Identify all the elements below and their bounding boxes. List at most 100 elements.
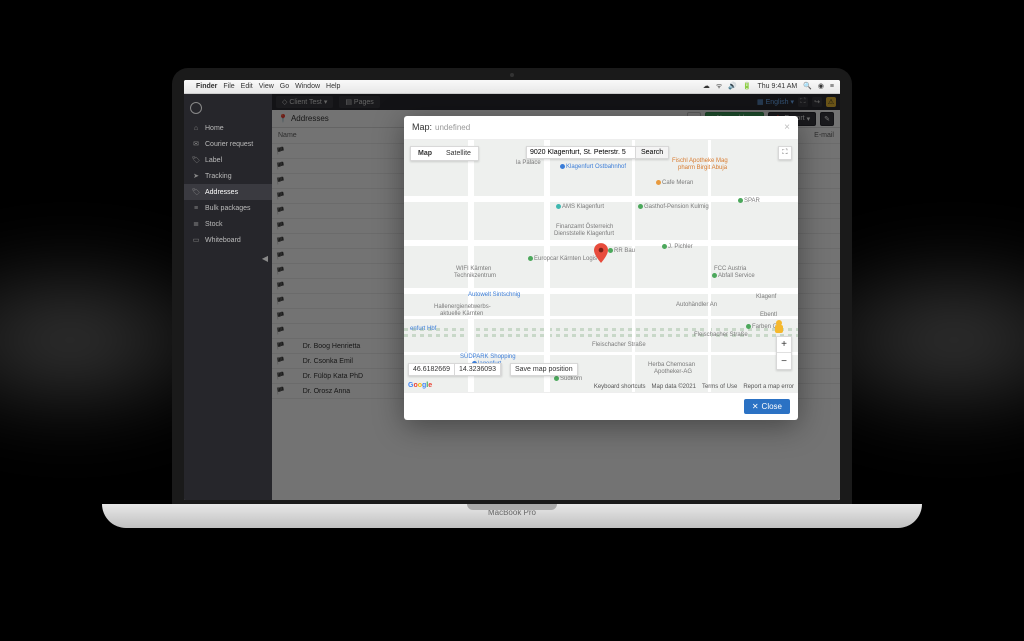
- maptype-satellite[interactable]: Satellite: [439, 147, 478, 160]
- sidebar-collapse-button[interactable]: ◀: [184, 254, 272, 263]
- addresses-icon: 🏷: [192, 188, 200, 196]
- map-canvas[interactable]: Klagenfurt OstbahnhofFischl Apotheke Mag…: [404, 140, 798, 392]
- modal-subtitle: undefined: [435, 123, 470, 132]
- sidebar-item-label: Label: [205, 157, 222, 164]
- sidebar-item-label: Home: [205, 125, 224, 132]
- tray-time[interactable]: Thu 9:41 AM: [758, 83, 798, 90]
- zoom-in-button[interactable]: +: [777, 337, 791, 353]
- map-poi-label: Finanzamt Österreich: [556, 224, 613, 230]
- map-poi-label: SÜDPARK Shopping: [460, 354, 516, 360]
- map-type-control: Map Satellite: [410, 146, 479, 161]
- macos-menubar: Finder File Edit View Go Window Help ☁ ᯤ…: [184, 80, 840, 94]
- coord-lng: 14.3236093: [455, 364, 501, 375]
- sidebar-item-bulk-packages[interactable]: ≡Bulk packages: [184, 200, 272, 216]
- tray-spotlight-icon[interactable]: 🔍: [803, 83, 812, 90]
- poi-dot-icon: [556, 204, 561, 209]
- map-poi-label: Apotheker-AG: [654, 369, 692, 375]
- sidebar-item-label: Bulk packages: [205, 205, 251, 212]
- sidebar-item-label: Addresses: [205, 189, 238, 196]
- sidebar-item-addresses[interactable]: 🏷 Addresses: [184, 184, 272, 200]
- map-poi-label: Europcar Kärnten Logis: [528, 256, 597, 262]
- map-poi-label: Abfall Service: [712, 273, 755, 279]
- modal-footer: ✕ Close: [404, 392, 798, 420]
- map-poi-label: SPAR: [738, 198, 760, 204]
- menu-file[interactable]: File: [223, 83, 234, 90]
- tray-cloud-icon[interactable]: ☁: [703, 83, 710, 90]
- poi-dot-icon: [554, 376, 559, 381]
- map-poi-label: Klagenf: [756, 294, 776, 300]
- poi-dot-icon: [638, 204, 643, 209]
- sidebar-item-home[interactable]: ⌂ Home: [184, 120, 272, 136]
- tracking-icon: ➤: [192, 172, 200, 180]
- sidebar-item-label: Tracking: [205, 173, 232, 180]
- poi-dot-icon: [560, 164, 565, 169]
- map-poi-label: RR Bau: [608, 248, 635, 254]
- map-search-button[interactable]: Search: [635, 147, 668, 158]
- map-poi-label: Herba Chemosan: [648, 362, 695, 368]
- modal-close-icon[interactable]: ×: [784, 122, 790, 133]
- sidebar: ⌂ Home ✉ Courier request 🏷 Label ➤ Tracking 🏷 Add…: [184, 94, 272, 500]
- poi-dot-icon: [656, 180, 661, 185]
- map-poi-label: FCC Austria: [714, 266, 746, 272]
- map-poi-label: Fleischacher Straße: [592, 342, 646, 348]
- map-marker-icon[interactable]: [594, 243, 608, 266]
- map-poi-label: la Palace: [516, 160, 541, 166]
- map-poi-label: J. Pichler: [662, 244, 693, 250]
- sidebar-item-whiteboard[interactable]: ▭ Whiteboard: [184, 232, 272, 248]
- label-icon: 🏷: [192, 156, 200, 164]
- tray-menu-icon[interactable]: ≡: [830, 83, 834, 90]
- courier-icon: ✉: [192, 140, 200, 148]
- stock-icon: ≣: [192, 220, 200, 228]
- tray-wifi-icon[interactable]: ᯤ: [716, 83, 722, 90]
- tray-volume-icon[interactable]: 🔊: [728, 83, 737, 90]
- map-search-input[interactable]: [527, 147, 635, 158]
- menu-edit[interactable]: Edit: [241, 83, 253, 90]
- terms-link[interactable]: Terms of Use: [702, 384, 737, 390]
- map-poi-label: Cafe Meran: [656, 180, 693, 186]
- menu-go[interactable]: Go: [280, 83, 289, 90]
- map-poi-label: Ebentl: [760, 312, 777, 318]
- map-fullscreen-button[interactable]: ⛶: [778, 146, 792, 160]
- maptype-map[interactable]: Map: [411, 147, 439, 160]
- main-area: ◇ Client Test ▾ ▤ Pages ▦ English ▾ ⛶ ↪ …: [272, 94, 840, 500]
- sidebar-item-stock[interactable]: ≣Stock: [184, 216, 272, 232]
- app-name[interactable]: Finder: [196, 83, 217, 90]
- modal-title: Map:: [412, 122, 432, 132]
- map-poi-label: Fleischacher Straße: [694, 332, 748, 338]
- save-position-button[interactable]: Save map position: [510, 363, 578, 376]
- map-poi-label: aktuelle Kärnten: [440, 311, 483, 317]
- poi-dot-icon: [712, 273, 717, 278]
- modal-header: Map: undefined ×: [404, 116, 798, 140]
- sidebar-item-tracking[interactable]: ➤ Tracking: [184, 168, 272, 184]
- map-coords: 46.6182669 14.3236093: [408, 363, 502, 376]
- menu-view[interactable]: View: [259, 83, 274, 90]
- poi-dot-icon: [662, 244, 667, 249]
- sidebar-item-label[interactable]: 🏷 Label: [184, 152, 272, 168]
- close-button[interactable]: ✕ Close: [744, 399, 790, 414]
- brand-logo-icon: [190, 102, 202, 114]
- map-poi-label: Südkorn: [554, 376, 582, 382]
- tray-battery-icon[interactable]: 🔋: [743, 83, 752, 90]
- coord-lat: 46.6182669: [409, 364, 455, 375]
- menu-help[interactable]: Help: [326, 83, 340, 90]
- map-modal: Map: undefined ×: [404, 116, 798, 420]
- sidebar-item-label: Courier request: [205, 141, 253, 148]
- map-poi-label: Farben G: [746, 324, 777, 330]
- sidebar-item-label: Whiteboard: [205, 237, 241, 244]
- sidebar-item-courier-request[interactable]: ✉ Courier request: [184, 136, 272, 152]
- pegman-icon[interactable]: [774, 320, 784, 334]
- tray-siri-icon[interactable]: ◉: [818, 83, 824, 90]
- map-footer: Keyboard shortcuts Map data ©2021 Terms …: [594, 384, 794, 390]
- zoom-out-button[interactable]: −: [777, 353, 791, 369]
- menu-window[interactable]: Window: [295, 83, 320, 90]
- whiteboard-icon: ▭: [192, 236, 200, 244]
- map-poi-label: Gasthof-Pension Kulmig: [638, 204, 709, 210]
- map-zoom-control: + −: [776, 336, 792, 370]
- keyboard-shortcuts-link[interactable]: Keyboard shortcuts: [594, 384, 646, 390]
- home-icon: ⌂: [192, 124, 200, 132]
- map-poi-label: Fischl Apotheke Mag: [672, 158, 728, 164]
- poi-dot-icon: [528, 256, 533, 261]
- report-error-link[interactable]: Report a map error: [743, 384, 794, 390]
- map-poi-label: Hallenergienetwerbs-: [434, 304, 491, 310]
- map-poi-label: enfurt Hbf: [410, 326, 436, 332]
